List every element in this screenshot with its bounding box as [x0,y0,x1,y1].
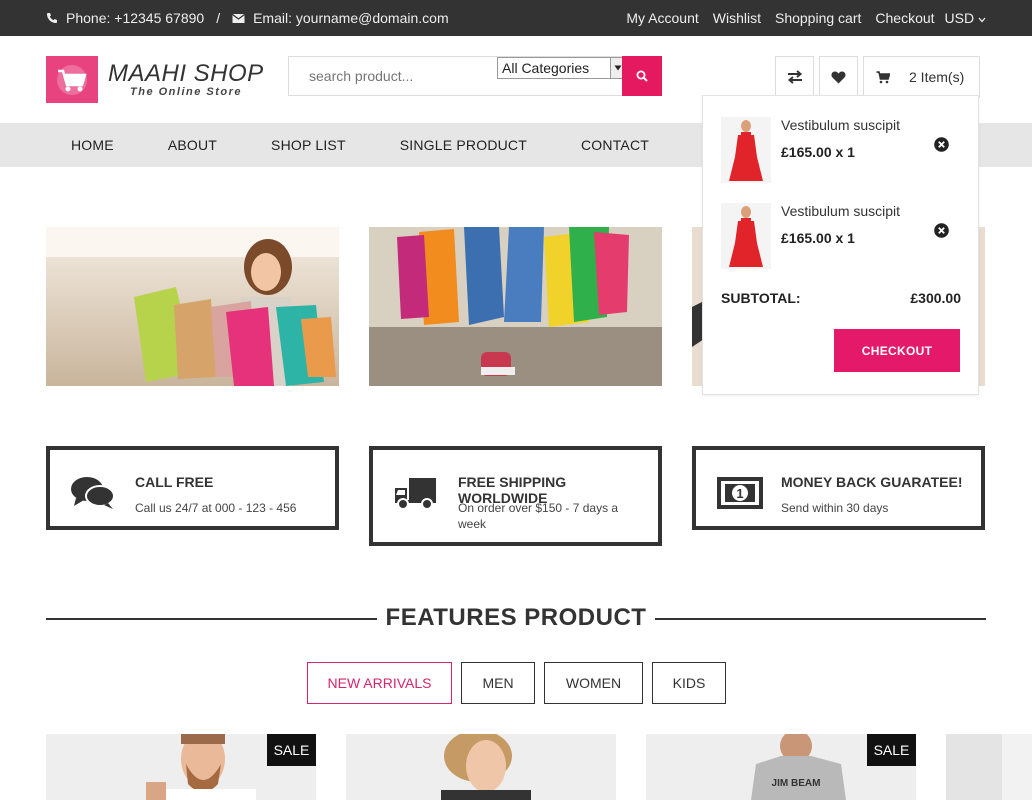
cart-item-name[interactable]: Vestibulum suscipit [781,203,900,219]
sale-badge: SALE [867,734,916,766]
tab-men[interactable]: MEN [461,662,535,704]
close-circle-icon [934,137,949,152]
cart-count: 2 Item(s) [909,69,965,85]
tab-women[interactable]: WOMEN [544,662,643,704]
product-card[interactable]: JIM BEAM SALE [646,734,916,800]
search-bar: All Categories [288,56,662,96]
cart-item-price: £165.00 x 1 [781,230,855,246]
chat-icon [70,476,116,515]
remove-item-button[interactable] [934,137,949,157]
wishlist-button[interactable] [819,56,858,98]
product-card[interactable] [946,734,1032,800]
cart-button[interactable]: 2 Item(s) [863,56,980,98]
logo-title: MAAHI SHOP [108,59,264,87]
cart-item-name[interactable]: Vestibulum suscipit [781,117,900,133]
top-links: My Account Wishlist Shopping cart Checko… [626,0,986,36]
subtotal-value: £300.00 [910,290,961,306]
shopping-cart-link[interactable]: Shopping cart [775,10,861,26]
my-account-link[interactable]: My Account [626,10,698,26]
feature-desc: Send within 30 days [781,501,889,515]
chevron-down-icon [978,17,986,23]
subtotal-label: SUBTOTAL: [721,290,801,306]
currency-label: USD [944,10,975,26]
product-card[interactable] [346,734,616,800]
cart-logo-icon [46,56,98,103]
feature-money-back: 1 MONEY BACK GUARATEE! Send within 30 da… [692,446,985,530]
phone-icon [47,13,57,23]
search-icon [636,70,648,82]
category-selected: All Categories [502,60,590,76]
currency-selector[interactable]: USD [945,10,986,26]
feature-title: CALL FREE [135,474,214,490]
cart-subtotal: SUBTOTAL: £300.00 [721,290,961,306]
banner-shopping-bags[interactable] [369,227,662,386]
feature-call-free: CALL FREE Call us 24/7 at 000 - 123 - 45… [46,446,339,530]
truck-icon [393,476,437,515]
feature-title: MONEY BACK GUARATEE! [781,474,963,490]
envelope-icon [232,13,245,23]
logo-subtitle: The Online Store [130,85,243,98]
cart-item-thumbnail[interactable] [721,117,771,183]
cart-item-thumbnail[interactable] [721,203,771,269]
features-section-header: FEATURES PRODUCT [46,604,986,636]
compare-icon [787,70,802,84]
checkout-button[interactable]: CHECKOUT [834,329,960,372]
cart-item: Vestibulum suscipit £165.00 x 1 [721,203,961,271]
feature-free-shipping: FREE SHIPPING WORLDWIDE On order over $1… [369,446,662,546]
logo[interactable]: MAAHI SHOP The Online Store [46,56,264,103]
remove-item-button[interactable] [934,223,949,243]
feature-desc: Call us 24/7 at 000 - 123 - 456 [135,501,297,515]
heart-icon [831,71,846,83]
cart-item: Vestibulum suscipit £165.00 x 1 [721,117,961,185]
nav-home[interactable]: HOME [71,137,114,153]
nav-contact[interactable]: CONTACT [581,137,649,153]
sale-badge: SALE [267,734,316,766]
phone-text: Phone: +12345 67890 [66,10,205,26]
cart-dropdown: Vestibulum suscipit £165.00 x 1 Vestibul… [702,95,979,395]
contact-info: Phone: +12345 67890 / Email: yourname@do… [46,0,449,36]
section-title: FEATURES PRODUCT [385,604,647,631]
money-icon: 1 [716,476,764,515]
close-circle-icon [934,223,949,238]
banner-shopping-woman[interactable] [46,227,339,386]
tab-kids[interactable]: KIDS [652,662,726,704]
separator: / [216,10,221,26]
logo-text: MAAHI SHOP The Online Store [108,59,264,98]
feature-desc: On order over $150 - 7 days a week [458,501,619,531]
nav-shop-list[interactable]: SHOP LIST [271,137,346,153]
compare-button[interactable] [775,56,814,98]
search-input[interactable] [289,57,497,95]
tab-new-arrivals[interactable]: NEW ARRIVALS [307,662,452,704]
cart-item-price: £165.00 x 1 [781,144,855,160]
search-button[interactable] [622,56,662,96]
checkout-link[interactable]: Checkout [875,10,934,26]
nav-single-product[interactable]: SINGLE PRODUCT [400,137,527,153]
email-text: Email: yourname@domain.com [253,10,449,26]
svg-text:1: 1 [736,486,743,501]
svg-text:JIM BEAM: JIM BEAM [772,778,821,789]
cart-icon [876,70,890,83]
product-card[interactable]: SALE [46,734,316,800]
top-bar: Phone: +12345 67890 / Email: yourname@do… [0,0,1032,36]
category-select[interactable]: All Categories [497,57,625,79]
nav-about[interactable]: ABOUT [168,137,217,153]
wishlist-link[interactable]: Wishlist [713,10,761,26]
